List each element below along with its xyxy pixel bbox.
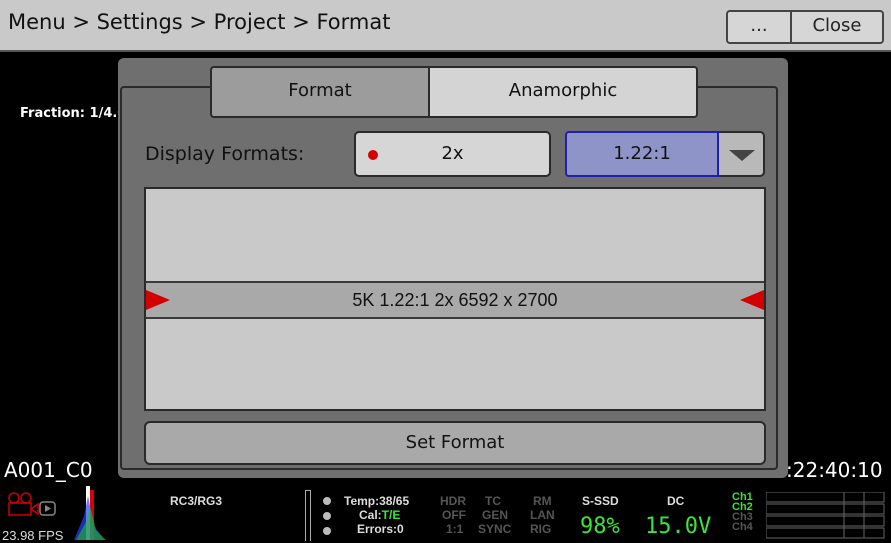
more-button[interactable]: ...: [726, 10, 790, 44]
status-bar: 23.98 FPS RC3/RG3 Temp:38/65 Cal:T/E Err…: [0, 486, 891, 543]
format-list[interactable]: 5K 1.22:1 2x 6592 x 2700: [144, 187, 766, 411]
squeeze-selector[interactable]: 2x: [354, 131, 551, 177]
display-formats-label: Display Formats:: [145, 143, 305, 165]
cal-bullet: [323, 512, 331, 520]
power-label: DC: [667, 494, 685, 508]
close-button[interactable]: Close: [790, 10, 884, 44]
list-item-selected[interactable]: 5K 1.22:1 2x 6592 x 2700: [146, 281, 764, 319]
hdr-value: OFF: [442, 508, 466, 522]
status-divider: [305, 490, 311, 541]
ratio-1to1: 1:1: [446, 522, 464, 536]
media-value: 98%: [580, 514, 620, 539]
timecode: :22:40:10: [786, 458, 883, 482]
tab-format[interactable]: Format: [210, 66, 430, 118]
errors-bullet: [323, 527, 331, 535]
shutter-fraction: Fraction: 1/4.0: [20, 106, 127, 121]
temp-readout: Temp:38/65: [344, 494, 410, 508]
cal-label: Cal:: [359, 508, 382, 522]
power-value: 15.0V: [645, 514, 712, 539]
clip-name: A001_C0: [4, 458, 93, 482]
rm-label: RM: [533, 494, 552, 508]
top-bar: Menu > Settings > Project > Format ... C…: [0, 0, 891, 52]
cal-value: T/E: [381, 508, 401, 522]
tc-gen: GEN: [482, 508, 509, 522]
channel-4: Ch4: [732, 521, 753, 533]
selection-arrow-left-icon: [740, 290, 764, 310]
squeeze-value: 2x: [441, 143, 464, 164]
list-item-label: 5K 1.22:1 2x 6592 x 2700: [352, 290, 558, 310]
rc-readout: RC3/RG3: [170, 494, 223, 508]
histogram: [74, 486, 106, 540]
hdr-label: HDR: [440, 494, 466, 508]
aspect-ratio-field[interactable]: 1.22:1: [565, 131, 719, 177]
errors-readout: Errors:0: [357, 522, 404, 536]
camera-icon: [8, 492, 56, 516]
selection-arrow-right-icon: [146, 290, 170, 310]
temp-bullet: [323, 497, 331, 505]
fps-readout: 23.98 FPS: [2, 528, 64, 543]
ratio-dropdown-button[interactable]: [719, 131, 765, 177]
rm-rig: RIG: [530, 522, 552, 536]
tc-sync: SYNC: [478, 522, 512, 536]
tab-anamorphic[interactable]: Anamorphic: [430, 66, 698, 118]
rm-lan: LAN: [530, 508, 555, 522]
chevron-down-icon: [729, 150, 755, 161]
set-format-button[interactable]: Set Format: [144, 421, 766, 465]
media-label: S-SSD: [582, 494, 619, 508]
cal-readout: Cal:T/E: [359, 508, 400, 522]
tc-label: TC: [485, 494, 501, 508]
breadcrumb: Menu > Settings > Project > Format: [8, 10, 391, 34]
audio-meters: [766, 492, 885, 539]
